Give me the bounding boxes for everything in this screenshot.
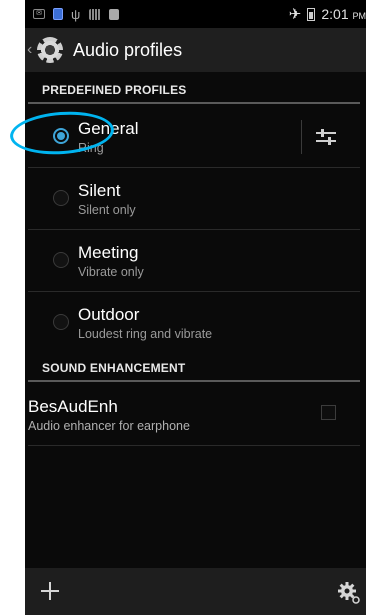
square-icon bbox=[109, 8, 119, 20]
enhancement-title: BesAudEnh bbox=[28, 397, 118, 416]
profile-row-meeting[interactable]: Meeting Vibrate only bbox=[28, 230, 360, 292]
phone-screen: ✉ ψ ✈ 2:01 PM ‹ Audio profiles PREDEFINE… bbox=[25, 0, 366, 615]
action-bar: ‹ Audio profiles bbox=[25, 28, 366, 72]
back-chevron-icon[interactable]: ‹ bbox=[27, 41, 35, 59]
profile-title: Outdoor bbox=[78, 305, 140, 324]
equalizer-settings-icon[interactable] bbox=[313, 124, 339, 150]
grid-icon bbox=[89, 8, 101, 20]
profile-row-outdoor[interactable]: Outdoor Loudest ring and vibrate bbox=[28, 292, 360, 354]
enhancement-subtitle: Audio enhancer for earphone bbox=[28, 419, 190, 433]
section-header-sound-enhancement: SOUND ENHANCEMENT bbox=[28, 352, 360, 382]
status-time: 2:01 PM bbox=[321, 6, 366, 22]
enhancement-checkbox[interactable] bbox=[321, 405, 336, 420]
bottom-action-bar bbox=[25, 568, 366, 615]
profile-row-general[interactable]: General Ring bbox=[28, 106, 360, 168]
battery-icon bbox=[307, 7, 316, 21]
enhancement-row-besaudenh[interactable]: BesAudEnh Audio enhancer for earphone bbox=[28, 384, 360, 446]
mail-icon: ✉ bbox=[33, 9, 45, 19]
section-header-predefined-profiles: PREDEFINED PROFILES bbox=[28, 74, 360, 104]
settings-gear-icon[interactable] bbox=[336, 580, 362, 606]
radio-outdoor[interactable] bbox=[53, 314, 69, 330]
gear-icon[interactable] bbox=[37, 37, 63, 63]
profile-title: Meeting bbox=[78, 243, 139, 262]
divider bbox=[301, 120, 302, 154]
status-bar: ✉ ψ ✈ 2:01 PM bbox=[25, 0, 366, 28]
profile-title: General bbox=[78, 119, 139, 138]
profile-row-silent[interactable]: Silent Silent only bbox=[28, 168, 360, 230]
radio-general[interactable] bbox=[53, 128, 69, 144]
plus-icon[interactable] bbox=[35, 576, 65, 606]
usb-icon: ψ bbox=[71, 6, 81, 22]
profile-subtitle: Silent only bbox=[78, 203, 136, 217]
profile-subtitle: Ring bbox=[78, 141, 104, 155]
profile-title: Silent bbox=[78, 181, 121, 200]
page-title: Audio profiles bbox=[73, 39, 183, 60]
profile-subtitle: Vibrate only bbox=[78, 265, 144, 279]
app-icon bbox=[53, 8, 63, 20]
airplane-icon: ✈ bbox=[288, 6, 302, 23]
profile-subtitle: Loudest ring and vibrate bbox=[78, 327, 213, 341]
radio-meeting[interactable] bbox=[53, 252, 69, 268]
radio-silent[interactable] bbox=[53, 190, 69, 206]
